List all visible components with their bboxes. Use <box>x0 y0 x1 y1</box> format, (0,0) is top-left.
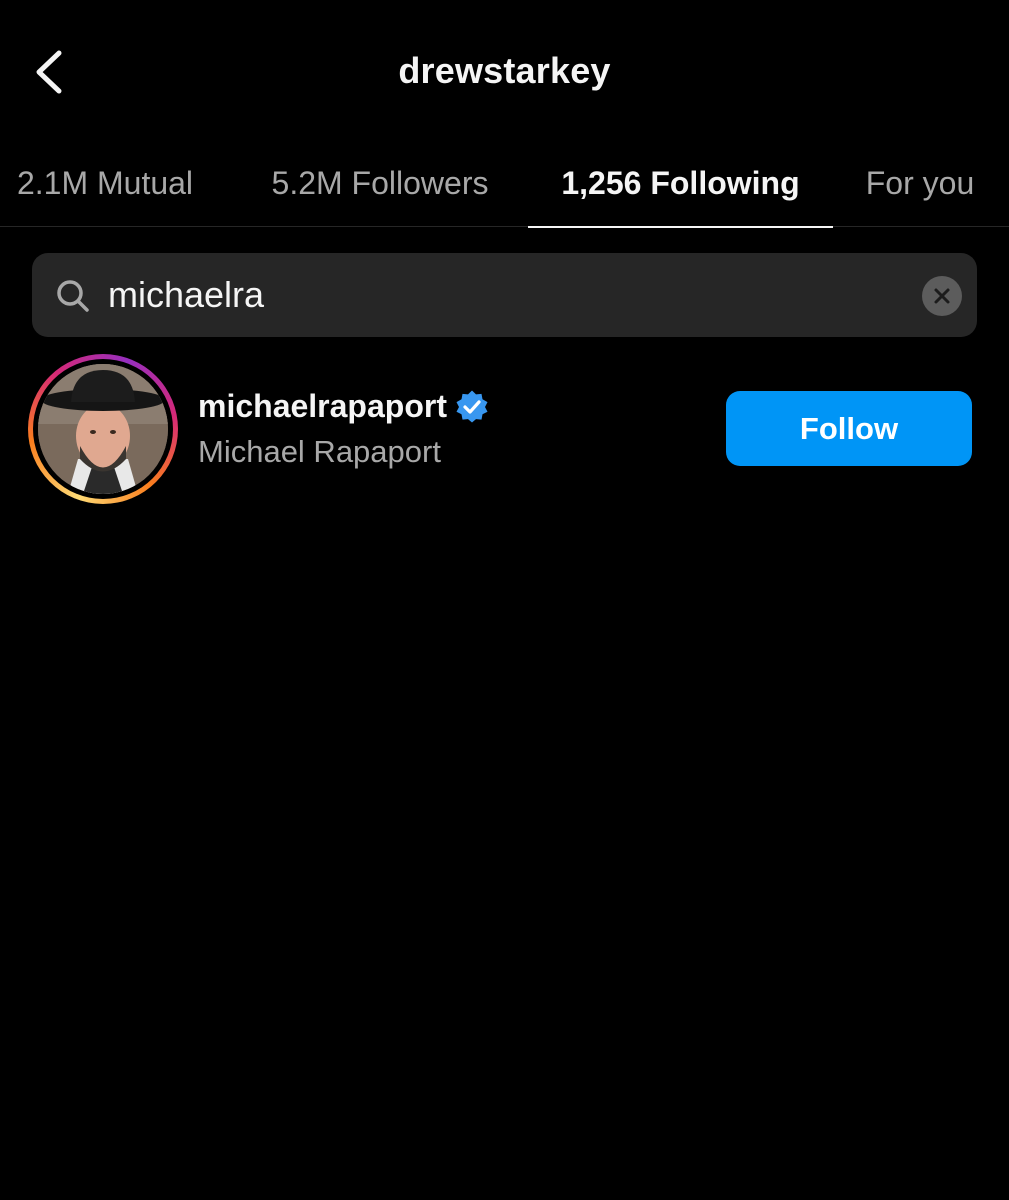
header: drewstarkey <box>0 0 1009 140</box>
follow-button[interactable]: Follow <box>726 391 972 466</box>
close-icon <box>934 288 950 304</box>
page-title: drewstarkey <box>398 50 611 91</box>
clear-search-button[interactable] <box>922 276 962 316</box>
search-input[interactable] <box>108 253 928 337</box>
username[interactable]: michaelrapaport <box>198 388 447 425</box>
full-name: Michael Rapaport <box>198 434 441 469</box>
following-screen: drewstarkey 2.1M Mutual 5.2M Followers 1… <box>0 0 1009 1200</box>
verified-badge-icon <box>456 389 488 422</box>
avatar-image <box>38 364 168 494</box>
list-item[interactable]: michaelrapaport Michael Rapaport Follow <box>0 350 1009 510</box>
search-icon <box>57 280 89 312</box>
tab-bar: 2.1M Mutual 5.2M Followers 1,256 Followi… <box>0 140 1009 228</box>
story-ring[interactable] <box>28 354 178 504</box>
tab-mutual[interactable]: 2.1M Mutual <box>0 140 210 227</box>
search-bar[interactable] <box>32 253 977 337</box>
tab-for-you[interactable]: For you <box>845 140 995 227</box>
avatar <box>38 364 168 494</box>
tab-followers[interactable]: 5.2M Followers <box>240 140 520 227</box>
tab-following[interactable]: 1,256 Following <box>528 140 833 228</box>
